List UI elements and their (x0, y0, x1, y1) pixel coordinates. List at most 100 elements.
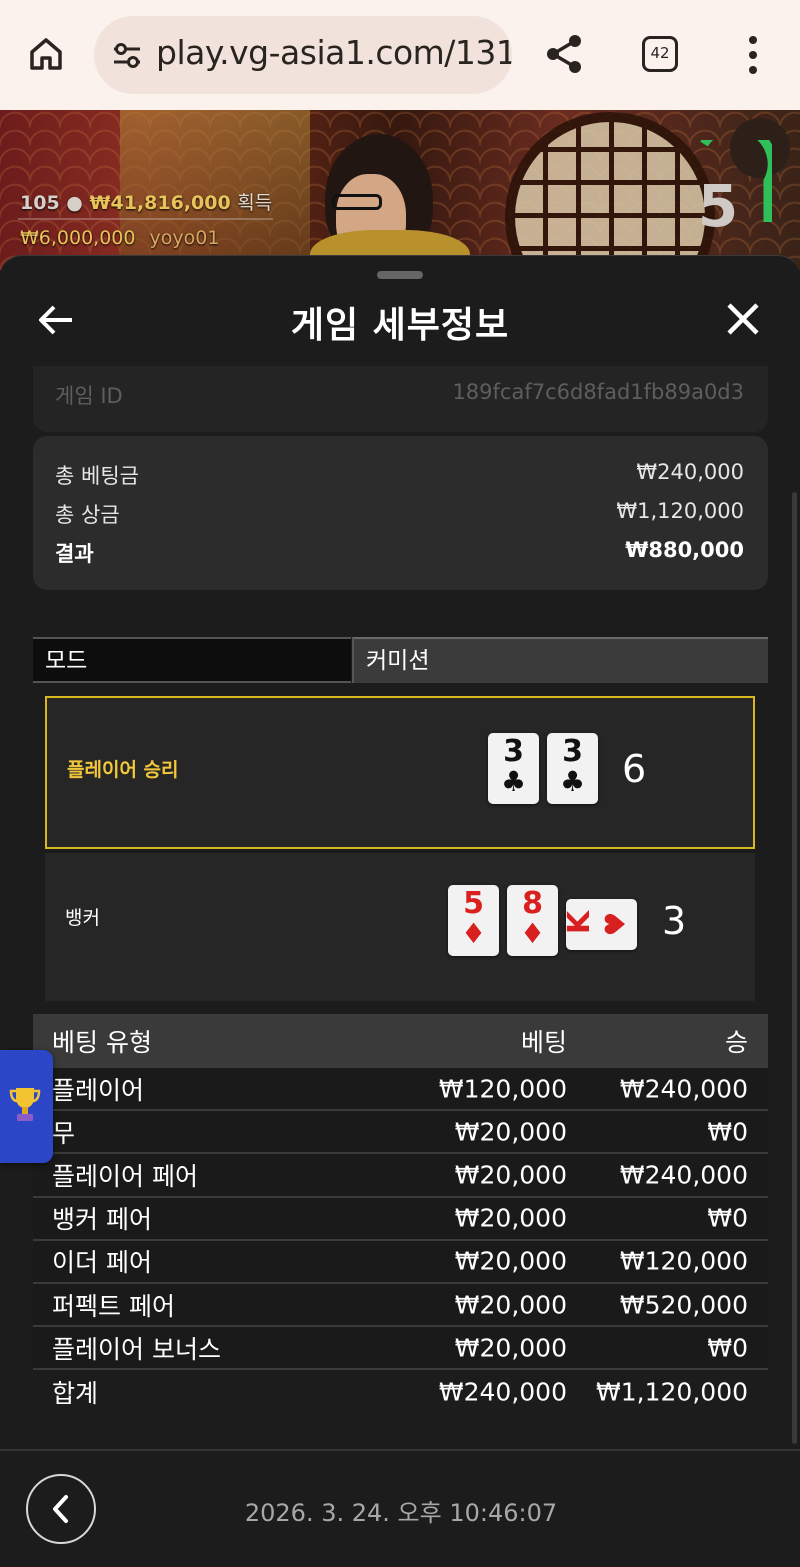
game-timestamp: 2026. 3. 24. 오후 10:46:07 (244, 1499, 558, 1527)
browser-toolbar: play.vg-asia1.com/131 42 (0, 0, 800, 110)
card-rank: 3 (562, 734, 583, 769)
more-vertical-icon[interactable] (740, 34, 766, 76)
bet-type: 플레이어 보너스 (52, 1334, 221, 1364)
page-title: 게임 세부정보 (290, 305, 510, 346)
table-row: 무 ₩20,000 ₩0 (33, 1111, 768, 1155)
table-total-row: 합계 ₩240,000 ₩1,120,000 (33, 1370, 768, 1413)
playing-card-sideways: K ♥ (562, 899, 637, 950)
card-rank: K (562, 910, 597, 935)
bet-amount: ₩20,000 (454, 1203, 567, 1233)
bet-amount: ₩120,000 (438, 1074, 567, 1104)
card-rank: 3 (503, 734, 524, 769)
game-id-row: 게임 ID 189fcaf7c6d8fad1fb89a0d3 (33, 366, 768, 432)
win-amount: ₩240,000 (619, 1074, 748, 1104)
total-label: 합계 (52, 1378, 99, 1408)
url-text[interactable]: play.vg-asia1.com/131 (156, 33, 512, 72)
viewer-count: 105 (20, 192, 60, 214)
player-score: 6 (622, 747, 647, 791)
result-value: ₩880,000 (625, 538, 744, 562)
playing-card: 3 ♣ (547, 733, 598, 804)
bet-type: 무 (52, 1118, 76, 1148)
total-bet-row: 총 베팅금 ₩240,000 (55, 460, 744, 490)
total-winnings: ₩41,816,000 (89, 192, 231, 214)
playing-card: 5 ♦ (448, 885, 499, 956)
table-row: 플레이어 페어 ₩20,000 ₩240,000 (33, 1154, 768, 1198)
win-amount: ₩0 (707, 1117, 748, 1147)
bet-type: 플레이어 (52, 1075, 145, 1105)
total-prize-value: ₩1,120,000 (616, 499, 744, 523)
bet-type: 뱅커 페어 (52, 1205, 152, 1235)
bet-table-header: 베팅 유형 베팅 승 (33, 1014, 768, 1068)
club-icon: ♣ (559, 765, 586, 798)
total-prize-row: 총 상금 ₩1,120,000 (55, 499, 744, 529)
table-row: 이더 페어 ₩20,000 ₩120,000 (33, 1240, 768, 1284)
close-icon[interactable] (726, 302, 760, 336)
win-amount: ₩120,000 (619, 1246, 748, 1276)
bet-amount: ₩20,000 (454, 1246, 567, 1276)
top-bet: ₩6,000,000 yoyo01 (20, 227, 219, 249)
playing-card: 3 ♣ (488, 733, 539, 804)
total-win: ₩1,120,000 (596, 1377, 748, 1407)
player-win-label: 플레이어 승리 (67, 759, 179, 781)
bet-summary: 총 베팅금 ₩240,000 총 상금 ₩1,120,000 결과 ₩880,0… (33, 436, 768, 590)
banker-label: 뱅커 (65, 907, 100, 929)
drag-handle[interactable] (377, 271, 423, 279)
win-amount: ₩0 (707, 1333, 748, 1363)
diamond-icon: ♦ (519, 917, 546, 950)
mode-tabs: 모드 커미션 (33, 637, 768, 683)
win-amount: ₩0 (707, 1203, 748, 1233)
result-row: 결과 ₩880,000 (55, 538, 744, 568)
bet-type: 퍼펙트 페어 (52, 1291, 175, 1321)
heart-icon: ♥ (599, 911, 632, 937)
scrollbar[interactable] (792, 492, 797, 1444)
header-win: 승 (724, 1028, 748, 1057)
card-rank: 8 (522, 886, 543, 921)
table-row: 퍼펙트 페어 ₩20,000 ₩520,000 (33, 1283, 768, 1328)
table-stats: 105 ● ₩41,816,000 획득 (20, 188, 272, 215)
banker-hand: 뱅커 5 ♦ 8 ♦ K ♥ 3 (45, 853, 755, 1001)
top-bet-user: yoyo01 (149, 227, 220, 249)
address-bar[interactable]: play.vg-asia1.com/131 (94, 16, 512, 94)
live-video-feed: 105 ● ₩41,816,000 획득 ₩6,000,000 yoyo01 (0, 110, 800, 270)
bet-amount: ₩20,000 (454, 1290, 567, 1320)
tune-icon[interactable] (110, 38, 144, 72)
game-details-sheet: 게임 세부정보 게임 ID 189fcaf7c6d8fad1fb89a0d3 총… (0, 255, 800, 1567)
bet-amount: ₩20,000 (454, 1117, 567, 1147)
total-prize-label: 총 상금 (55, 503, 120, 527)
game-id-label: 게임 ID (55, 384, 123, 408)
result-label: 결과 (55, 542, 94, 566)
game-id-value: 189fcaf7c6d8fad1fb89a0d3 (452, 380, 744, 404)
table-row: 뱅커 페어 ₩20,000 ₩0 (33, 1197, 768, 1241)
tab-switcher-button[interactable]: 42 (642, 36, 678, 72)
total-bet-label: 총 베팅금 (55, 464, 139, 488)
bet-type: 이더 페어 (52, 1248, 152, 1278)
user-icon: ● (66, 192, 83, 214)
leaderboard-tab[interactable] (0, 1050, 53, 1163)
total-bet: ₩240,000 (438, 1377, 567, 1407)
bet-amount: ₩20,000 (454, 1333, 567, 1363)
bet-type: 플레이어 페어 (52, 1161, 198, 1191)
bet-amount: ₩20,000 (454, 1160, 567, 1190)
club-icon: ♣ (500, 765, 527, 798)
top-bet-amount: ₩6,000,000 (20, 227, 136, 249)
header-bet-type: 베팅 유형 (52, 1028, 152, 1057)
countdown-number: 5 (697, 172, 739, 240)
share-icon[interactable] (542, 32, 586, 76)
footer-divider (0, 1449, 800, 1451)
total-bet-value: ₩240,000 (636, 460, 744, 484)
diamond-icon: ♦ (460, 917, 487, 950)
player-hand: 플레이어 승리 3 ♣ 3 ♣ 6 (45, 696, 755, 849)
bet-table: 베팅 유형 베팅 승 플레이어 ₩120,000 ₩240,000 무 ₩20,… (33, 1014, 768, 1414)
trophy-icon (9, 1088, 41, 1121)
win-amount: ₩520,000 (619, 1290, 748, 1320)
win-amount: ₩240,000 (619, 1160, 748, 1190)
table-row: 플레이어 보너스 ₩20,000 ₩0 (33, 1327, 768, 1371)
home-icon[interactable] (26, 34, 66, 74)
tab-mode[interactable]: 모드 (33, 637, 351, 683)
card-rank: 5 (463, 886, 484, 921)
tab-commission[interactable]: 커미션 (352, 637, 768, 683)
table-row: 플레이어 ₩120,000 ₩240,000 (33, 1068, 768, 1112)
winnings-suffix: 획득 (237, 192, 273, 214)
banker-score: 3 (662, 899, 687, 943)
playing-card: 8 ♦ (507, 885, 558, 956)
